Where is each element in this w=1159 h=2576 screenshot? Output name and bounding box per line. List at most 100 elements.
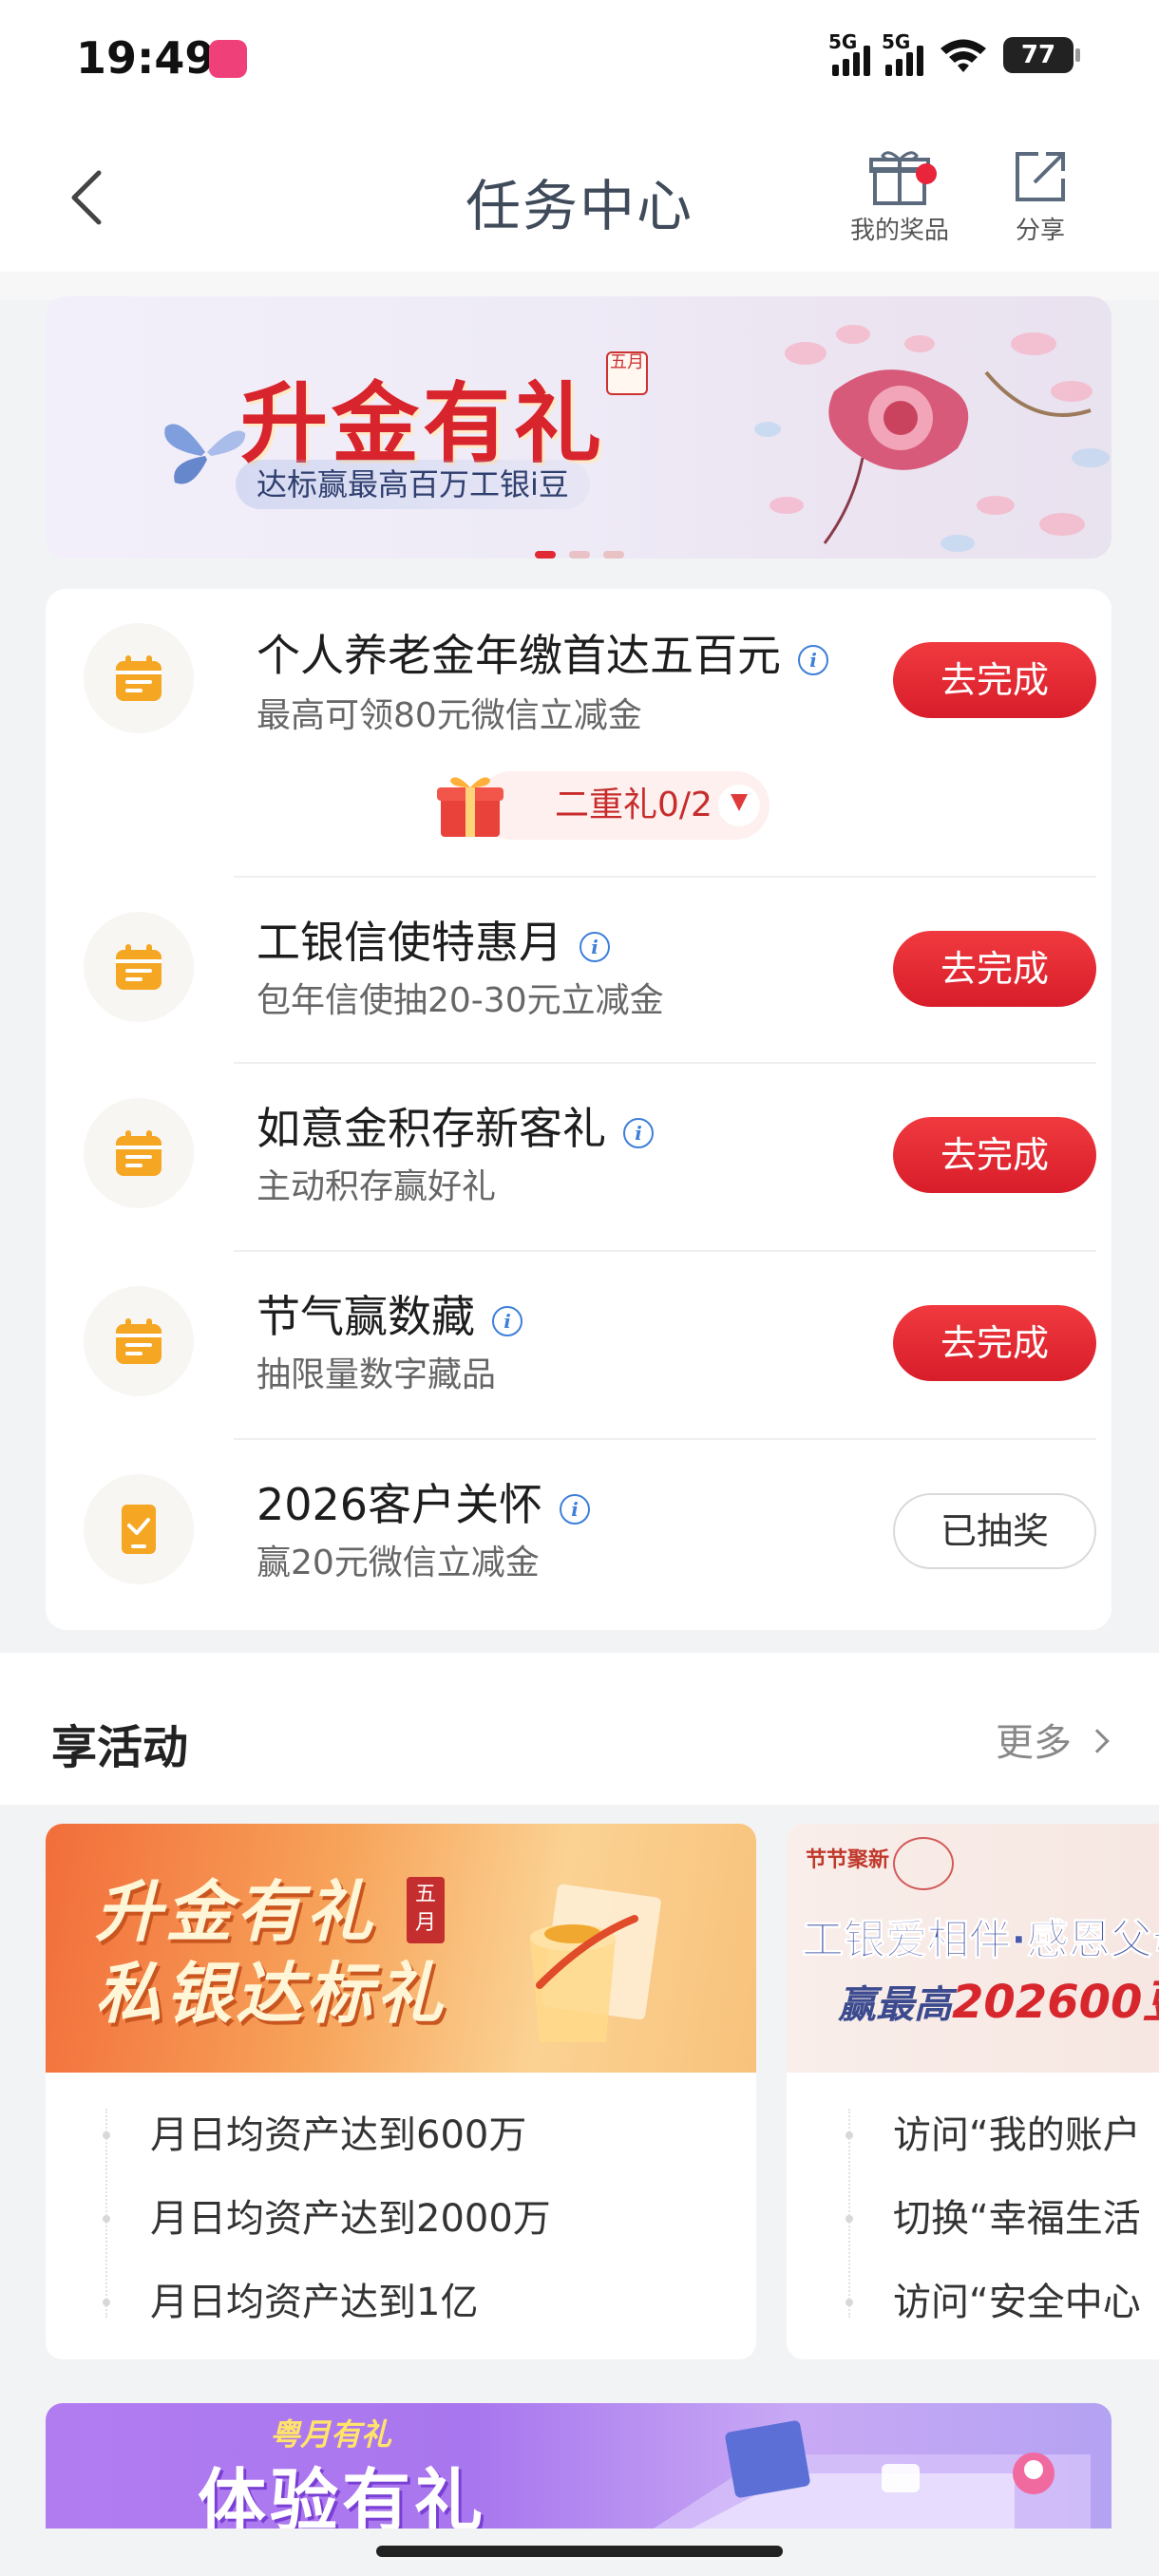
divider — [234, 1250, 1096, 1252]
activity-sub-value: 202600豆 — [952, 1976, 1159, 2029]
experience-banner[interactable]: 粤月有礼 体验有礼 — [46, 2403, 1112, 2529]
app-notification-icon — [209, 40, 247, 78]
task-title-text: 工银信使特惠月 — [256, 917, 562, 968]
status-time: 19:49 — [76, 32, 216, 84]
bottom-banner-title: 体验有礼 — [198, 2461, 487, 2529]
home-indicator[interactable] — [376, 2546, 783, 2557]
kite-illustration — [754, 325, 1110, 552]
complete-task-button[interactable]: 去完成 — [893, 931, 1096, 1007]
platform-illustration — [654, 2420, 1091, 2529]
cellular-signal-icon: 5G — [828, 30, 870, 76]
gift-progress-text: 二重礼0/2 — [555, 786, 712, 824]
activity-card-image: 节节聚新 工银爱相伴·感恩父母 赢最高202600豆 — [787, 1824, 1159, 2073]
my-prizes-label: 我的奖品 — [849, 217, 949, 245]
month-badge: 五月 — [407, 1877, 445, 1943]
info-icon[interactable]: i — [623, 1118, 654, 1148]
task-title-text: 节气赢数藏 — [256, 1291, 475, 1342]
wifi-icon — [940, 39, 986, 72]
notification-dot — [916, 163, 937, 184]
info-icon[interactable]: i — [560, 1494, 591, 1525]
complete-task-button[interactable]: 去完成 — [893, 1305, 1096, 1381]
section-title: 享活动 — [51, 1721, 189, 1774]
activity-image-title-line2: 私银达标礼 — [95, 1954, 446, 2033]
drawn-status-button[interactable]: 已抽奖 — [893, 1493, 1096, 1569]
info-icon[interactable]: i — [798, 645, 828, 675]
task-icon-circle — [84, 623, 194, 733]
task-list: 个人养老金年缴首达五百元 i 最高可领80元微信立减金 去完成 二重礼0/2 工… — [46, 589, 1112, 1630]
complete-task-button[interactable]: 去完成 — [893, 642, 1096, 718]
task-icon-circle — [84, 1286, 194, 1396]
banner-subtitle: 达标赢最高百万工银i豆 — [236, 460, 590, 509]
requirement-item: 访问“我的账户 — [787, 2093, 1159, 2177]
task-desc: 最高可领80元微信立减金 — [256, 696, 642, 735]
info-icon[interactable]: i — [492, 1306, 522, 1336]
chevron-right-icon — [1085, 1729, 1110, 1753]
requirement-item: 切换“幸福生活 — [787, 2177, 1159, 2261]
activity-card-image: 升金有礼 私银达标礼 五月 — [46, 1824, 756, 2073]
more-link[interactable]: 更多 — [996, 1712, 1110, 1767]
task-title: 个人养老金年缴首达五百元 i — [256, 621, 828, 684]
status-bar: 19:49 5G 5G 77 — [0, 0, 1159, 120]
divider — [234, 876, 1096, 878]
task-title: 2026客户关怀 i — [256, 1470, 591, 1533]
cellular-signal-icon-2: 5G — [882, 30, 923, 76]
network-type-label: 5G — [828, 30, 858, 53]
network-type-label-2: 5G — [882, 30, 911, 53]
task-desc: 主动积存赢好礼 — [256, 1167, 497, 1206]
activity-image-title: 升金有礼 私银达标礼 — [95, 1871, 446, 2035]
gift-progress[interactable]: 二重礼0/2 — [435, 771, 770, 840]
arrow-down-icon — [717, 785, 760, 826]
promo-banner[interactable]: 升金有礼 五月 达标赢最高百万工银i豆 — [46, 296, 1112, 559]
requirement-item: 月日均资产达到1亿 — [46, 2261, 756, 2344]
activity-card[interactable]: 升金有礼 私银达标礼 五月 月日均资产达到600万 月日均资产达到2000万 月… — [46, 1824, 756, 2359]
complete-task-button[interactable]: 去完成 — [893, 1117, 1096, 1193]
task-desc: 抽限量数字藏品 — [256, 1355, 497, 1394]
divider — [234, 1438, 1096, 1440]
battery-icon: 77 — [1003, 37, 1080, 73]
task-title-text: 如意金积存新客礼 — [256, 1103, 606, 1154]
task-icon-circle — [84, 912, 194, 1022]
activity-sub-prefix: 赢最高 — [838, 1983, 952, 2027]
divider — [234, 1062, 1096, 1064]
gift-progress-label: 二重礼0/2 — [477, 771, 770, 840]
requirement-item: 月日均资产达到600万 — [46, 2093, 756, 2177]
more-label: 更多 — [996, 1721, 1072, 1765]
share-button[interactable]: 分享 — [978, 146, 1102, 246]
task-desc: 赢20元微信立减金 — [256, 1544, 540, 1582]
pagination-dot[interactable] — [603, 551, 624, 559]
pagination-dot[interactable] — [569, 551, 590, 559]
calendar-icon — [116, 944, 162, 990]
activity-requirements: 访问“我的账户 切换“幸福生活 访问“安全中心 — [787, 2093, 1159, 2344]
activity-image-title: 工银爱相伴·感恩父母 — [802, 1916, 1159, 1965]
task-desc: 包年信使抽20-30元立减金 — [256, 981, 664, 1020]
requirement-item: 访问“安全中心 — [787, 2261, 1159, 2344]
calendar-icon — [116, 1130, 162, 1176]
coin-cup-illustration — [530, 1884, 661, 2042]
activity-card[interactable]: 节节聚新 工银爱相伴·感恩父母 赢最高202600豆 访问“我的账户 切换“幸福… — [787, 1824, 1159, 2359]
task-title: 节气赢数藏 i — [256, 1282, 522, 1345]
activity-image-subtitle: 赢最高202600豆 — [838, 1964, 1159, 2031]
calendar-icon — [116, 1318, 162, 1364]
info-icon[interactable]: i — [580, 932, 610, 962]
page-header: 任务中心 我的奖品 分享 — [0, 120, 1159, 272]
activity-requirements: 月日均资产达到600万 月日均资产达到2000万 月日均资产达到1亿 — [46, 2093, 756, 2344]
task-icon-circle — [84, 1098, 194, 1208]
share-icon — [1016, 152, 1065, 201]
activities-section: 享活动 更多 — [0, 1653, 1159, 1805]
pagination-dot-active[interactable] — [535, 551, 556, 559]
my-prizes-button[interactable]: 我的奖品 — [838, 146, 961, 246]
task-title: 如意金积存新客礼 i — [256, 1094, 654, 1157]
activity-image-title-line1: 升金有礼 — [95, 1872, 376, 1951]
banner-badge: 五月 — [606, 351, 648, 395]
task-title-text: 个人养老金年缴首达五百元 — [256, 630, 781, 681]
task-title: 工银信使特惠月 i — [256, 908, 610, 971]
share-label: 分享 — [1015, 217, 1065, 245]
status-icons: 5G 5G 77 — [828, 30, 1080, 76]
phone-check-icon — [122, 1505, 156, 1554]
activity-logo-text: 节节聚新 — [806, 1848, 890, 1872]
task-title-text: 2026客户关怀 — [256, 1479, 543, 1530]
requirement-item: 月日均资产达到2000万 — [46, 2177, 756, 2261]
banner-pagination — [0, 551, 1159, 560]
activity-logo-icon — [893, 1837, 954, 1890]
task-icon-circle — [84, 1474, 194, 1584]
